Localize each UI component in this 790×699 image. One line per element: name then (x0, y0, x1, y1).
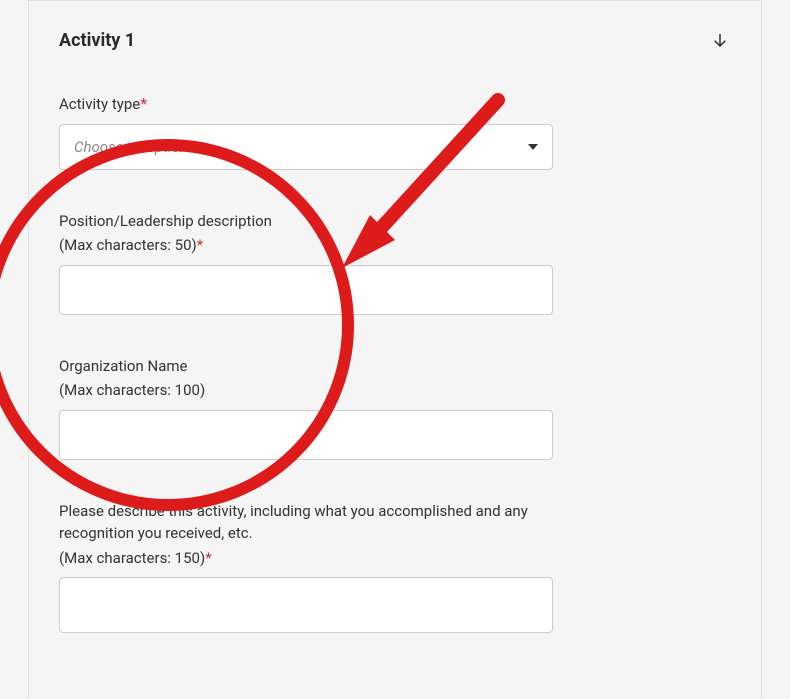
section-title: Activity 1 (59, 30, 135, 51)
outer-container: Activity 1 Activity type* Choose an opti… (0, 0, 790, 699)
description-input[interactable] (59, 577, 553, 633)
activity-card: Activity 1 Activity type* Choose an opti… (28, 0, 762, 699)
description-group: Please describe this activity, including… (59, 500, 731, 638)
description-sublabel: (Max characters: 150)* (59, 547, 731, 570)
position-group: Position/Leadership description (Max cha… (59, 210, 731, 315)
caret-down-icon (528, 144, 538, 150)
activity-type-label: Activity type (59, 95, 140, 113)
organization-input[interactable] (59, 410, 553, 460)
required-asterisk: * (140, 94, 147, 113)
position-label-block: Position/Leadership description (Max cha… (59, 210, 731, 257)
description-max-chars: (Max characters: 150) (59, 549, 205, 567)
description-label-block: Please describe this activity, including… (59, 500, 731, 570)
position-input[interactable] (59, 265, 553, 315)
organization-sublabel: (Max characters: 100) (59, 379, 731, 402)
arrow-down-icon (711, 31, 729, 49)
position-sublabel: (Max characters: 50)* (59, 234, 731, 257)
activity-type-group: Activity type* Choose an option (59, 93, 731, 170)
required-asterisk: * (197, 236, 203, 254)
description-label: Please describe this activity, including… (59, 500, 579, 545)
required-asterisk: * (205, 549, 211, 567)
card-header: Activity 1 (59, 29, 731, 51)
organization-label: Organization Name (59, 355, 731, 378)
activity-type-label-block: Activity type* (59, 93, 731, 116)
activity-type-placeholder: Choose an option (74, 138, 188, 156)
organization-group: Organization Name (Max characters: 100) (59, 355, 731, 460)
position-max-chars: (Max characters: 50) (59, 236, 197, 254)
organization-label-block: Organization Name (Max characters: 100) (59, 355, 731, 402)
move-down-button[interactable] (709, 29, 731, 51)
position-label: Position/Leadership description (59, 210, 731, 233)
activity-type-select[interactable]: Choose an option (59, 124, 553, 170)
